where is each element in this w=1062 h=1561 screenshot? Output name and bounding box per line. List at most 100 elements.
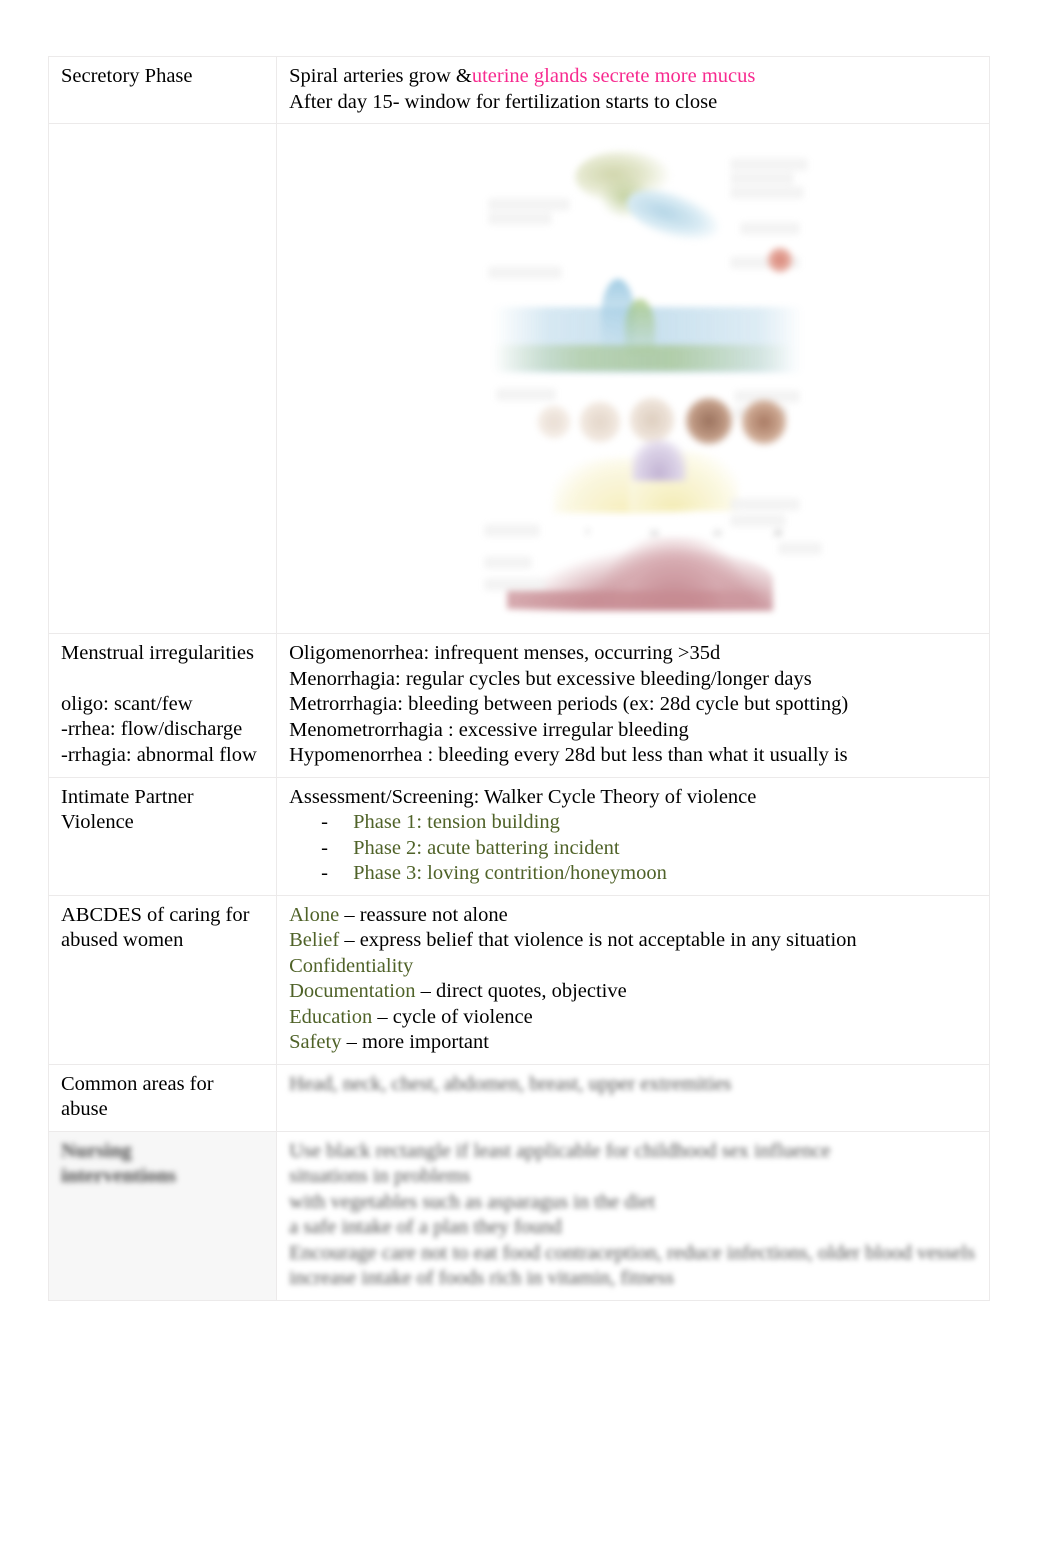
list-item: - Phase 2: acute battering incident xyxy=(289,836,979,862)
figure-label-box xyxy=(485,579,546,590)
corpus-luteum-icon xyxy=(685,397,734,445)
row-body-cell: Use black rectangle if least applicable … xyxy=(276,1130,990,1301)
abcdes-rest: – more important xyxy=(341,1031,489,1053)
term-name: Oligomenorrhea xyxy=(289,642,424,664)
table-row-secretory-phase: Secretory Phase Spiral arteries grow &ut… xyxy=(47,56,990,124)
term-line: Hypomenorrhea : bleeding every 28d but l… xyxy=(289,743,979,769)
abcdes-key: Alone xyxy=(289,903,340,926)
row-label-menstrual-irregularities: Menstrual irregularities xyxy=(61,642,254,664)
term-separator: : xyxy=(397,693,409,715)
figure-label-box xyxy=(497,389,556,400)
phase-description: acute battering incident xyxy=(427,836,620,859)
obscured-body-line: situations in problems xyxy=(289,1165,471,1187)
term-name: Menorrhagia xyxy=(289,667,395,690)
term-line: Metrorrhagia: bleeding between periods (… xyxy=(289,692,979,718)
ovulation-marker-icon xyxy=(767,247,794,273)
abcdes-item: Safety – more important xyxy=(289,1030,979,1056)
secretory-line-2: After day 15- window for fertilization s… xyxy=(289,90,718,113)
row-label-cell: Common areas for abuse xyxy=(47,1063,278,1132)
row-label-cell: Secretory Phase xyxy=(47,56,278,124)
table-row-obscured: Nursing interventions Use black rectangl… xyxy=(47,1130,990,1301)
term-definition: regular cycles but excessive bleeding/lo… xyxy=(405,667,812,690)
phase-text: Phase 1: tension building xyxy=(353,810,560,836)
figure-day-axis: 0 7 14 21 28 xyxy=(523,521,787,538)
term-definition: bleeding every 28d but less than what it… xyxy=(438,744,848,766)
term-name: Hypomenorrhea xyxy=(289,744,423,766)
table-row-menstrual-irregularities: Menstrual irregularities oligo: scant/fe… xyxy=(47,633,990,778)
term-separator: : xyxy=(442,718,459,741)
follicle-stage-icon xyxy=(629,397,676,443)
abcdes-item: Belief – express belief that violence is… xyxy=(289,928,979,954)
endometrium-base-layer xyxy=(507,591,778,609)
phase-description: tension building xyxy=(427,811,560,833)
row-body-cell: Spiral arteries grow &uterine glands sec… xyxy=(276,56,990,124)
row-label-abcdes-line1: ABCDES of caring for xyxy=(61,903,250,926)
phase-separator: : xyxy=(416,862,428,884)
common-areas-body-obscured: Head, neck, chest, abdomen, breast, uppe… xyxy=(289,1072,732,1095)
row-body-cell: Alone – reassure not alone Belief – expr… xyxy=(276,894,990,1065)
phase-name: Phase 3 xyxy=(353,862,417,884)
phase-text: Phase 2: acute battering incident xyxy=(353,836,619,862)
figure-label-box xyxy=(731,173,794,184)
table-row-intimate-partner-violence: Intimate Partner Violence Assessment/Scr… xyxy=(47,776,990,896)
figure-label-box xyxy=(731,159,808,170)
term-definition: excessive irregular bleeding xyxy=(458,718,689,741)
abcdes-rest: – direct quotes, objective xyxy=(415,980,627,1002)
ipv-heading: Assessment/Screening: Walker Cycle Theor… xyxy=(289,785,757,808)
row-label-ipv-line1: Intimate Partner xyxy=(61,785,194,808)
obscured-label-line2: interventions xyxy=(61,1165,177,1187)
row-label-cell: ABCDES of caring for abused women xyxy=(47,894,278,1065)
row-body-cell: Assessment/Screening: Walker Cycle Theor… xyxy=(276,776,990,896)
bullet-dash: - xyxy=(321,811,328,833)
menstrual-cycle-diagram: 0 7 14 21 28 xyxy=(289,131,979,625)
figure-label-box xyxy=(489,199,570,210)
term-separator: : xyxy=(422,744,439,766)
abcdes-item: Confidentiality xyxy=(289,954,979,980)
term-separator: : xyxy=(394,667,406,690)
abcdes-key: Documentation xyxy=(289,980,416,1002)
abcdes-rest: – express belief that violence is not ac… xyxy=(339,929,857,951)
figure-label-box xyxy=(489,267,562,278)
secretory-line-1: Spiral arteries grow &uterine glands sec… xyxy=(289,64,979,90)
figure-label-box xyxy=(485,525,540,536)
row-label-common-areas-line1: Common areas for xyxy=(61,1072,214,1095)
obscured-body-line: a safe intake of a plan they found xyxy=(289,1216,562,1238)
phase-name: Phase 1 xyxy=(353,811,417,833)
abcdes-item: Documentation – direct quotes, objective xyxy=(289,979,979,1005)
term-definition: bleeding between periods (ex: 28d cycle … xyxy=(408,693,849,715)
follicle-stage-icon xyxy=(537,405,572,439)
ovulation-peak-shape xyxy=(631,439,688,481)
abcdes-rest: – cycle of violence xyxy=(372,1005,533,1028)
list-item: - Phase 1: tension building xyxy=(289,810,979,836)
secretory-line-1-emphasis: uterine glands secrete more mucus xyxy=(471,65,756,87)
label-note-rrhagia: -rrhagia: abnormal flow xyxy=(61,743,257,766)
obscured-body-line: Use black rectangle if least applicable … xyxy=(289,1139,831,1162)
row-label-ipv-line2: Violence xyxy=(61,811,134,833)
figure-label-box xyxy=(731,499,800,510)
row-label-abcdes-line2: abused women xyxy=(61,929,184,951)
label-note-oligo: oligo: scant/few xyxy=(61,692,193,715)
obscured-body-line: increase intake of foods rich in vitamin… xyxy=(289,1267,674,1289)
figure-label-box xyxy=(741,223,800,234)
figure-label-box xyxy=(485,557,532,568)
row-body-cell: Head, neck, chest, abdomen, breast, uppe… xyxy=(276,1063,990,1132)
row-label-cell: Menstrual irregularities oligo: scant/fe… xyxy=(47,633,278,778)
abcdes-rest: – reassure not alone xyxy=(339,903,508,926)
bullet-dash: - xyxy=(321,836,328,859)
hormone-curve-fsh-peak xyxy=(625,299,656,357)
term-separator: : xyxy=(423,642,435,664)
phase-name: Phase 2 xyxy=(353,836,417,859)
bullet-dash: - xyxy=(321,862,328,884)
abcdes-key: Education xyxy=(289,1005,373,1028)
figure-label-box xyxy=(779,543,822,554)
figure-label-box xyxy=(731,187,804,198)
abcdes-key: Belief xyxy=(289,929,340,951)
term-line: Menometrorrhagia : excessive irregular b… xyxy=(289,718,979,744)
term-line: Oligomenorrhea: infrequent menses, occur… xyxy=(289,641,979,667)
table-row-cycle-figure: 0 7 14 21 28 xyxy=(47,123,990,634)
term-line: Menorrhagia: regular cycles but excessiv… xyxy=(289,667,979,693)
figure-label-box xyxy=(489,213,552,224)
abcdes-key: Safety xyxy=(289,1031,342,1053)
abcdes-item: Alone – reassure not alone xyxy=(289,903,979,929)
abcdes-item: Education – cycle of violence xyxy=(289,1005,979,1031)
